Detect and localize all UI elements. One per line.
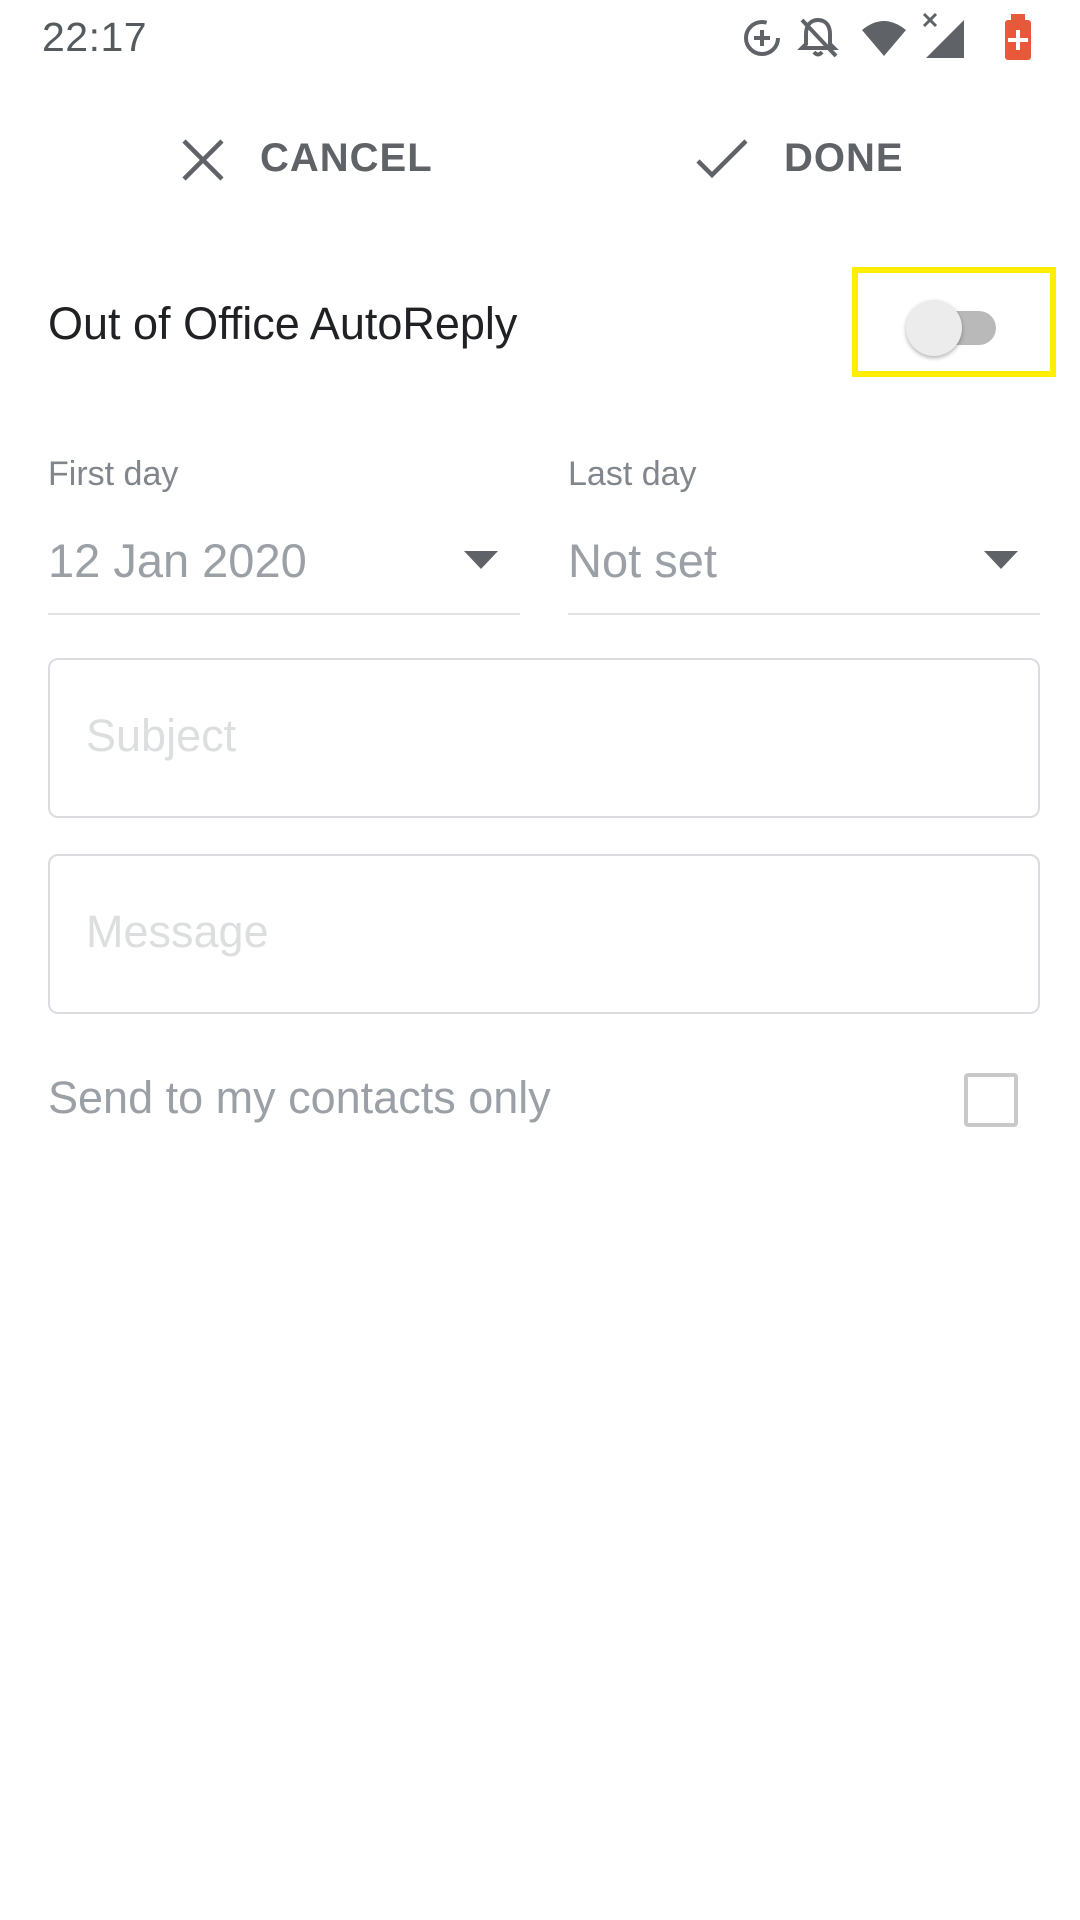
first-day-underline — [48, 613, 520, 615]
data-saver-icon — [744, 20, 780, 56]
last-day-label: Last day — [568, 455, 697, 493]
toggle-thumb — [906, 300, 962, 356]
auto-reply-title: Out of Office AutoReply — [48, 298, 518, 349]
check-icon — [696, 139, 748, 179]
last-day-underline — [568, 613, 1040, 615]
subject-input[interactable]: Subject — [48, 658, 1040, 818]
auto-reply-toggle[interactable] — [906, 298, 1006, 358]
contacts-only-row: Send to my contacts only — [0, 1060, 1080, 1140]
action-bar: CANCEL DONE — [0, 110, 1080, 210]
first-day-value: 12 Jan 2020 — [48, 534, 307, 587]
notifications-off-icon — [797, 17, 839, 58]
done-label: DONE — [784, 136, 904, 180]
chevron-down-icon — [984, 551, 1018, 569]
status-time: 22:17 — [42, 14, 148, 60]
contacts-only-label: Send to my contacts only — [48, 1072, 551, 1123]
last-day-field[interactable]: Last day Not set — [568, 455, 1040, 615]
message-placeholder: Message — [86, 906, 269, 957]
first-day-label: First day — [48, 455, 179, 493]
contacts-only-checkbox[interactable] — [964, 1073, 1018, 1127]
cancel-label: CANCEL — [260, 136, 433, 180]
auto-reply-row: Out of Office AutoReply — [0, 265, 1080, 385]
subject-placeholder: Subject — [86, 710, 237, 761]
done-button[interactable]: DONE — [694, 130, 904, 190]
status-bar: 22:17 — [0, 0, 1080, 75]
message-input[interactable]: Message — [48, 854, 1040, 1014]
chevron-down-icon — [464, 551, 498, 569]
cancel-button[interactable]: CANCEL — [178, 130, 440, 190]
last-day-value: Not set — [568, 534, 717, 587]
out-of-office-screen: 22:17 CANCEL DONE Out of Office AutoRepl… — [0, 0, 1080, 1920]
close-icon — [182, 139, 224, 181]
first-day-field[interactable]: First day 12 Jan 2020 — [48, 455, 520, 615]
cell-signal-no-data-icon — [922, 12, 964, 58]
battery-charging-icon — [1005, 14, 1031, 60]
wifi-icon — [862, 21, 906, 56]
